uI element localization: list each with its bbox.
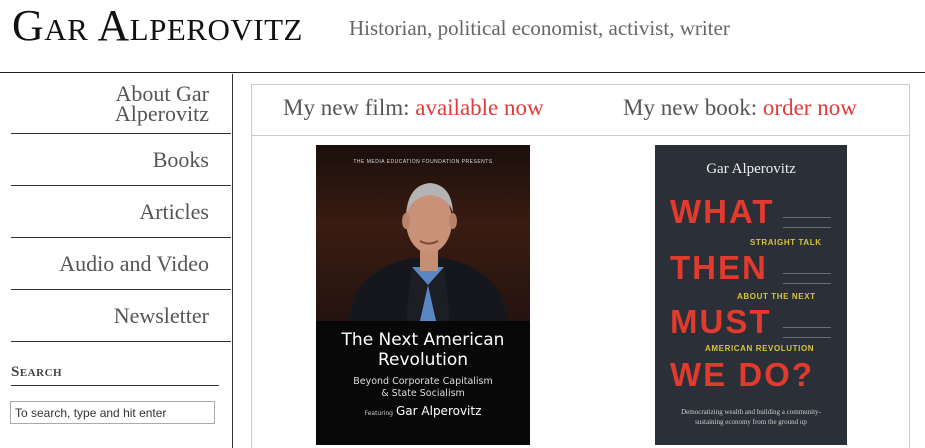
book-title-word-3: MUST — [670, 303, 772, 340]
film-cover-image[interactable]: THE MEDIA EDUCATION FOUNDATION PRESENTS … — [316, 145, 530, 445]
book-rule — [783, 337, 831, 338]
book-promo-label: My new book: — [623, 95, 758, 120]
site-tagline: Historian, political economist, activist… — [349, 16, 730, 40]
sidebar-nav: About Gar Alperovitz Books Articles Audio… — [11, 74, 231, 342]
speaker-portrait — [350, 183, 506, 321]
book-title-word-4: WE DO? — [670, 356, 814, 393]
film-title: The Next American Revolution — [341, 330, 505, 370]
book-author: Gar Alperovitz — [706, 161, 796, 177]
nav-item-books[interactable]: Books — [11, 134, 231, 186]
nav-item-audio-video-label: Audio and Video — [59, 250, 209, 276]
book-rule — [783, 327, 831, 328]
nav-item-audio-video[interactable]: Audio and Video — [11, 238, 231, 290]
book-rule — [783, 283, 831, 284]
book-title-word-2: THEN — [670, 249, 768, 286]
book-order-link[interactable]: order now — [763, 95, 857, 120]
book-tagline-3: AMERICAN REVOLUTION — [705, 344, 815, 353]
nav-item-newsletter[interactable]: Newsletter — [11, 290, 231, 342]
film-promo: My new film: available now — [283, 95, 544, 121]
film-available-link[interactable]: available now — [415, 95, 543, 120]
book-rule — [783, 227, 831, 228]
book-promo: My new book: order now — [623, 95, 857, 121]
nav-item-articles-label: Articles — [139, 198, 209, 224]
book-cover-image[interactable]: Gar Alperovitz WHAT STRAIGHT TALK THEN A… — [655, 145, 847, 445]
book-tagline-2: ABOUT THE NEXT — [737, 292, 816, 301]
film-featuring: Featuring Gar Alperovitz — [364, 404, 482, 418]
film-cover-photo: THE MEDIA EDUCATION FOUNDATION PRESENTS — [316, 145, 530, 321]
promo-bar: My new film: available now My new book: … — [252, 85, 909, 136]
nav-item-about-label: About Gar Alperovitz — [114, 80, 209, 126]
book-rule — [783, 273, 831, 274]
nav-item-books-label: Books — [152, 146, 209, 172]
film-promo-label: My new film: — [283, 95, 410, 120]
header-divider — [0, 72, 925, 73]
book-title-word-1: WHAT — [670, 193, 775, 230]
book-rule — [783, 217, 831, 218]
search-heading: Search — [11, 364, 219, 386]
book-subtitle: Democratizing wealth and building a comm… — [681, 408, 821, 426]
sidebar-divider — [232, 74, 233, 448]
search-input[interactable] — [10, 401, 215, 424]
nav-item-articles[interactable]: Articles — [11, 186, 231, 238]
film-subtitle: Beyond Corporate Capitalism & State Socia… — [353, 376, 493, 399]
nav-item-newsletter-label: Newsletter — [113, 302, 209, 328]
book-tagline-1: STRAIGHT TALK — [750, 238, 822, 247]
nav-item-about[interactable]: About Gar Alperovitz — [11, 74, 231, 134]
site-title[interactable]: Gar Alperovitz — [12, 0, 303, 51]
